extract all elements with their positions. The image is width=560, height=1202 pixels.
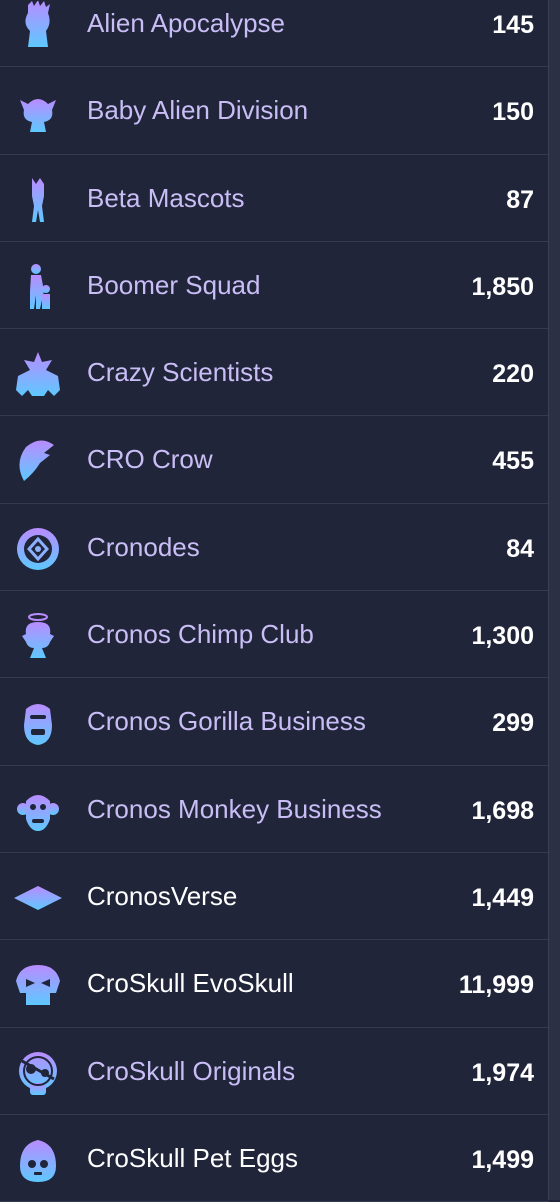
crow-icon: [10, 437, 66, 485]
collection-name: Boomer Squad: [87, 269, 261, 300]
collection-name: Cronos Monkey Business: [87, 793, 382, 824]
list-item[interactable]: Boomer Squad 1,850: [0, 242, 549, 330]
collection-name: Baby Alien Division: [87, 95, 309, 126]
alien-punk-icon: [10, 1, 66, 49]
skull-icon: [10, 961, 66, 1009]
collection-name: Crazy Scientists: [87, 357, 274, 388]
collection-count: 1,850: [471, 272, 534, 301]
collection-list: Alien Apocalypse 145 Baby Alien Division…: [0, 0, 549, 1202]
list-item[interactable]: Alien Apocalypse 145: [0, 0, 549, 68]
collection-name: CronosVerse: [87, 880, 238, 911]
list-item[interactable]: Beta Mascots 87: [0, 155, 549, 242]
isometric-tile-icon: [10, 874, 66, 922]
list-item[interactable]: Crazy Scientists 220: [0, 329, 549, 417]
collection-name: CroSkull Originals: [87, 1055, 296, 1086]
collection-count: 145: [492, 11, 534, 39]
collection-name: Beta Mascots: [87, 182, 245, 213]
collection-count: 299: [492, 709, 534, 738]
collection-name: CroSkull Pet Eggs: [87, 1142, 298, 1173]
collection-count: 1,300: [471, 622, 534, 651]
collection-count: 220: [492, 360, 534, 389]
list-item[interactable]: CroSkull Originals 1,974: [0, 1028, 549, 1115]
list-item[interactable]: CronosVerse 1,449: [0, 853, 549, 941]
pirate-skull-icon: [10, 1049, 66, 1097]
collection-count: 150: [492, 98, 534, 127]
collection-count: 11,999: [458, 971, 534, 1000]
list-item[interactable]: Baby Alien Division 150: [0, 67, 549, 155]
collection-count: 84: [506, 534, 534, 563]
collection-name: Cronodes: [87, 531, 200, 562]
collection-count: 1,449: [471, 883, 534, 912]
gorilla-icon: [10, 699, 66, 747]
collection-count: 455: [492, 447, 534, 476]
scientist-lab-icon: [10, 350, 66, 398]
list-item[interactable]: CRO Crow 455: [0, 416, 549, 504]
collection-name: Cronos Chimp Club: [87, 619, 314, 650]
chimp-halo-icon: [10, 612, 66, 660]
scrollbar-track[interactable]: [548, 0, 560, 1200]
collection-name: CroSkull EvoSkull: [87, 968, 294, 999]
list-item[interactable]: CroSkull Pet Eggs 1,499: [0, 1115, 549, 1202]
collection-count: 1,698: [471, 796, 534, 825]
collection-count: 87: [506, 185, 534, 214]
list-item[interactable]: Cronos Monkey Business 1,698: [0, 766, 549, 853]
boomer-figures-icon: [10, 263, 66, 311]
collection-name: Alien Apocalypse: [87, 8, 286, 38]
collection-name: CRO Crow: [87, 444, 213, 475]
list-item[interactable]: Cronodes 84: [0, 504, 549, 592]
node-coin-icon: [10, 525, 66, 573]
collection-count: 1,974: [471, 1058, 534, 1087]
mascot-figure-icon: [10, 176, 66, 224]
collection-count: 1,499: [471, 1145, 534, 1174]
egg-icon: [10, 1136, 66, 1184]
list-item[interactable]: Cronos Gorilla Business 299: [0, 678, 549, 766]
list-item[interactable]: CroSkull EvoSkull 11,999: [0, 940, 549, 1028]
collection-name: Cronos Gorilla Business: [87, 706, 366, 737]
list-item[interactable]: Cronos Chimp Club 1,300: [0, 591, 549, 679]
baby-alien-icon: [10, 88, 66, 136]
monkey-icon: [10, 787, 66, 835]
